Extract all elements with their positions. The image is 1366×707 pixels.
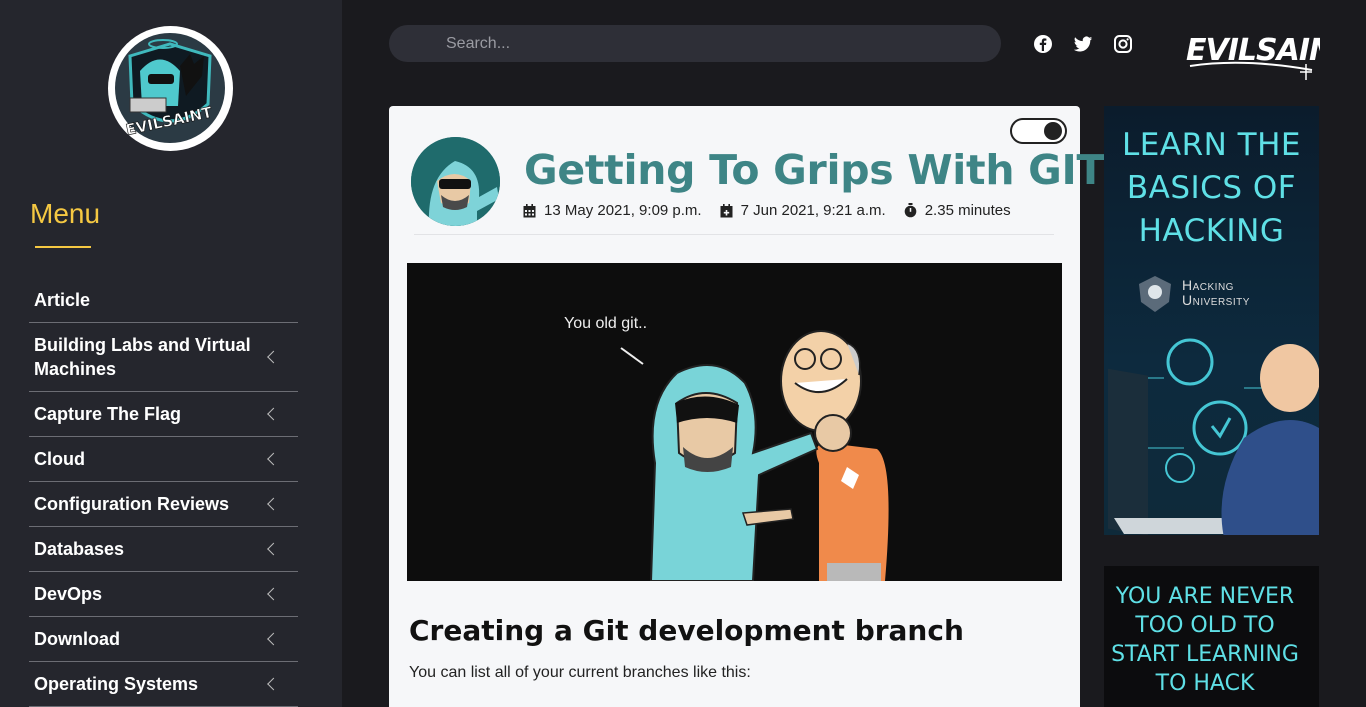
sidebar-item-cloud[interactable]: Cloud	[29, 437, 298, 482]
twitter-icon[interactable]	[1073, 34, 1093, 54]
menu-title: Menu	[30, 198, 101, 229]
updated-date: 7 Jun 2021, 9:21 a.m.	[740, 202, 886, 219]
chevron-left-icon[interactable]	[267, 452, 280, 466]
sidebar-item-label: Operating Systems	[34, 674, 199, 694]
ad2-headline: YOU ARE NEVER TOO OLD TO START LEARNING …	[1111, 584, 1299, 696]
hacking-university-logo-icon	[1139, 276, 1171, 312]
ad1-brand: Hacking University	[1182, 278, 1250, 308]
sidebar: EVILSAINT Menu Article Building Labs and …	[0, 0, 342, 707]
sidebar-item-label: DevOps	[34, 584, 103, 604]
search-input[interactable]	[389, 25, 1001, 62]
sidebar-item-label: Databases	[34, 539, 125, 559]
section-heading: Creating a Git development branch	[409, 614, 964, 647]
sidebar-item-devops[interactable]: DevOps	[29, 572, 298, 617]
moon-icon	[1044, 122, 1062, 140]
chevron-left-icon[interactable]	[267, 497, 280, 511]
article-title: Getting To Grips With GIT	[524, 146, 1105, 194]
article-meta: 13 May 2021, 9:09 p.m. 7 Jun 2021, 9:21 …	[523, 202, 1011, 219]
ad1-illustration	[1108, 338, 1319, 535]
git-cartoon-illustration	[620, 330, 889, 581]
menu-list: Article Building Labs and Virtual Machine…	[29, 278, 298, 707]
sidebar-item-label: Capture The Flag	[34, 404, 182, 424]
sidebar-item-configuration-reviews[interactable]: Configuration Reviews	[29, 482, 298, 527]
theme-toggle[interactable]	[1010, 118, 1067, 144]
brand-logo[interactable]: EVILSAINT	[1184, 22, 1357, 80]
calendar-icon	[523, 203, 536, 217]
created-date: 13 May 2021, 9:09 p.m.	[544, 202, 702, 219]
chevron-left-icon[interactable]	[267, 542, 280, 556]
sidebar-item-label: Article	[34, 290, 91, 310]
sidebar-item-label: Download	[34, 629, 120, 649]
ad1-headline: LEARN THE BASICS OF HACKING	[1122, 127, 1301, 249]
menu-underline	[35, 246, 91, 248]
sidebar-item-article[interactable]: Article	[29, 278, 298, 323]
sidebar-item-download[interactable]: Download	[29, 617, 298, 662]
chevron-left-icon[interactable]	[267, 350, 280, 364]
read-time: 2.35 minutes	[924, 202, 1011, 219]
article-card: Getting To Grips With GIT 13 May 2021, 9…	[389, 106, 1104, 707]
chevron-left-icon[interactable]	[267, 677, 280, 691]
chevron-left-icon[interactable]	[267, 407, 280, 421]
ad1-brand-line1: Hacking	[1182, 277, 1234, 293]
ad1-brand-line2: University	[1182, 292, 1250, 308]
ad-banner-hacking-basics[interactable]: LEARN THE BASICS OF HACKING Hacking Univ…	[1104, 106, 1319, 535]
calendar-plus-icon	[720, 203, 733, 217]
site-logo[interactable]: EVILSAINT	[108, 26, 233, 151]
ad-banner-never-too-old[interactable]: YOU ARE NEVER TOO OLD TO START LEARNING …	[1104, 566, 1319, 707]
sidebar-item-capture-the-flag[interactable]: Capture The Flag	[29, 392, 298, 437]
chevron-left-icon[interactable]	[267, 587, 280, 601]
sidebar-item-label: Cloud	[34, 449, 85, 469]
sidebar-item-operating-systems[interactable]: Operating Systems	[29, 662, 298, 707]
sidebar-item-label: Configuration Reviews	[34, 494, 230, 514]
hero-image: You old git..	[407, 263, 1062, 581]
author-avatar	[411, 137, 500, 226]
article-paragraph: You can list all of your current branche…	[409, 664, 751, 681]
chevron-left-icon[interactable]	[267, 632, 280, 646]
sidebar-item-building-labs-and-virtual-machines[interactable]: Building Labs and Virtual Machines	[29, 323, 298, 392]
header-divider	[414, 234, 1054, 235]
sidebar-item-databases[interactable]: Databases	[29, 527, 298, 572]
stopwatch-icon	[904, 203, 917, 218]
facebook-icon[interactable]	[1033, 34, 1053, 54]
instagram-icon[interactable]	[1113, 34, 1133, 54]
sidebar-item-label: Building Labs and Virtual Machines	[34, 335, 251, 379]
